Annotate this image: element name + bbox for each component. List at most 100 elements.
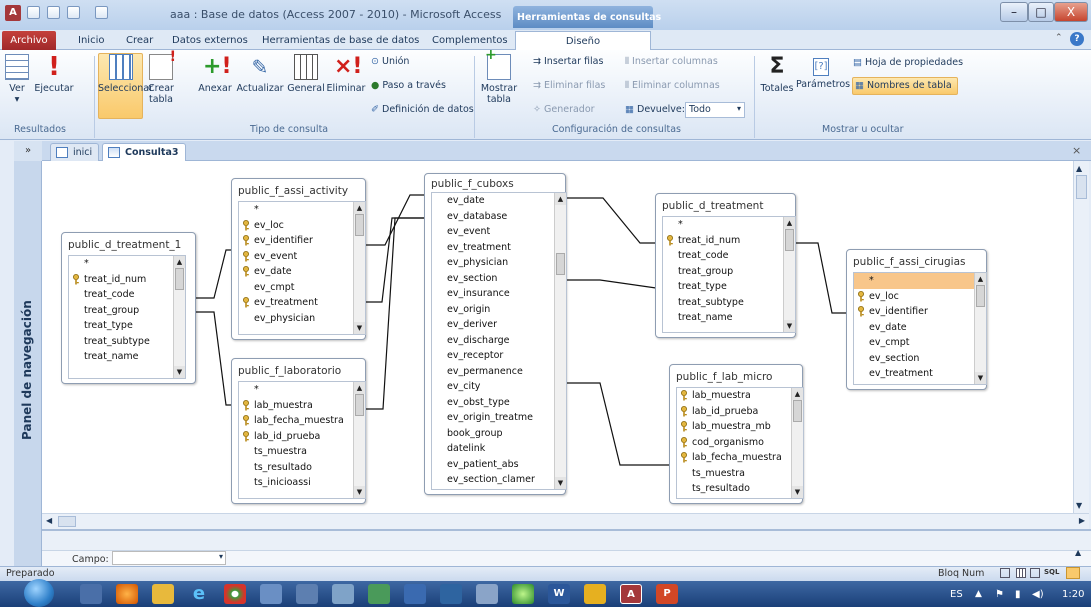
signal-icon[interactable]: ▮ [1015,589,1021,600]
field-item[interactable]: lab_muestra [677,388,803,404]
field-item[interactable]: treat_group [69,303,185,319]
design-view-icon[interactable] [1066,567,1080,579]
field-item[interactable]: ev_deriver [432,317,566,333]
field-list[interactable]: * lab_muestra lab_fecha_muestra lab_id_prue… [238,381,366,499]
pivot-view-icon[interactable] [1016,568,1026,578]
scroll-up-icon[interactable]: ▲ [174,256,185,268]
field-item[interactable]: * [663,217,795,233]
field-item[interactable]: ev_origin [432,302,566,318]
field-item[interactable]: ev_cmpt [854,335,986,351]
field-item[interactable]: * [69,256,185,272]
field-item[interactable]: lab_muestra_mb [677,419,803,435]
tray-arrow-icon[interactable]: ▲ [975,589,982,599]
field-item[interactable]: treat_id_num [69,272,185,288]
chevron-down-icon[interactable]: ▾ [219,552,223,561]
field-item[interactable]: ev_city [432,379,566,395]
scroll-thumb[interactable] [976,285,985,307]
field-item[interactable]: treat_name [69,349,185,365]
field-item[interactable]: ev_permanence [432,364,566,380]
field-list-scrollbar[interactable]: ▲ ▼ [353,382,365,498]
field-item[interactable]: lab_fecha_muestra [677,450,803,466]
field-item[interactable]: ev_identifier [239,233,365,249]
media-icon[interactable] [80,584,102,604]
field-item[interactable]: ev_origin_treatme [432,410,566,426]
field-item[interactable]: ev_loc [239,218,365,234]
field-item[interactable]: treat_type [663,279,795,295]
field-list[interactable]: * treat_id_num treat_code treat_group treat_… [68,255,186,379]
field-item[interactable]: book_group [432,426,566,442]
access-taskbar-icon[interactable]: A [620,584,642,604]
table-title[interactable]: public_f_assi_activity [238,185,348,197]
scroll-down-icon[interactable]: ▼ [1076,501,1082,510]
field-item[interactable]: lab_id_prueba [239,429,365,445]
campo-field-cell[interactable]: ▾ [112,551,226,565]
firefox-icon[interactable] [116,584,138,604]
field-list[interactable]: * ev_loc ev_identifier ev_date ev_cmpt ev_sec… [853,272,987,385]
chrome-icon[interactable] [224,584,246,604]
calculator-icon[interactable] [476,584,498,604]
field-item[interactable]: ev_section [854,351,986,367]
field-item[interactable]: ts_resultado [239,460,365,476]
field-item[interactable]: lab_muestra [239,398,365,414]
table-public-f-assi-activity[interactable]: public_f_assi_activity * ev_loc ev_identifi… [231,178,366,340]
volume-icon[interactable]: ◀) [1032,589,1044,600]
field-list-scrollbar[interactable]: ▲ ▼ [791,388,803,498]
field-item[interactable]: ev_obst_type [432,395,566,411]
table-public-d-treatment-1[interactable]: public_d_treatment_1 * treat_id_num treat_c… [61,232,196,384]
flag-icon[interactable]: ⚑ [995,589,1004,600]
scroll-up-icon[interactable]: ▲ [792,388,803,400]
scroll-down-icon[interactable]: ▼ [174,366,185,378]
table-public-f-cuboxs[interactable]: public_f_cuboxs ev_date ev_database ev_even… [424,173,567,495]
scroll-thumb[interactable] [355,214,364,236]
table-title[interactable]: public_f_cuboxs [431,178,514,190]
scroll-up-icon[interactable]: ▲ [784,217,795,229]
field-list[interactable]: lab_muestra lab_id_prueba lab_muestra_mb co… [676,387,804,499]
sql-view-button[interactable]: SQL [1044,568,1059,576]
field-list-scrollbar[interactable]: ▲ ▼ [783,217,795,332]
field-item[interactable]: treat_subtype [69,334,185,350]
table-public-d-treatment[interactable]: public_d_treatment * treat_id_num treat_cod… [655,193,796,338]
scroll-down-icon[interactable]: ▼ [354,486,365,498]
ie-icon[interactable]: e [188,584,210,604]
powerpoint-icon[interactable]: P [656,584,678,604]
explorer-folder-icon[interactable] [152,584,174,604]
scroll-thumb[interactable] [355,394,364,416]
field-item[interactable]: ev_loc [854,289,986,305]
chart-view-icon[interactable] [1030,568,1040,578]
field-item[interactable]: ev_event [432,224,566,240]
scroll-thumb[interactable] [58,516,76,527]
field-item[interactable]: ev_patient_abs [432,457,566,473]
scroll-thumb[interactable] [175,268,184,290]
app-icon-9[interactable] [368,584,390,604]
scroll-up-icon[interactable]: ▲ [354,202,365,214]
field-item[interactable]: treat_code [69,287,185,303]
scroll-up-icon[interactable]: ▲ [975,273,986,285]
field-item[interactable]: ev_treatment [854,366,986,382]
grid-scroll-up-icon[interactable]: ▲ [1075,548,1081,557]
word-icon[interactable]: W [548,584,570,604]
field-list[interactable]: ev_date ev_database ev_event ev_treatment ev… [431,192,567,490]
scroll-down-icon[interactable]: ▼ [354,322,365,334]
datasheet-view-icon[interactable] [1000,568,1010,578]
field-item[interactable]: treat_group [663,264,795,280]
table-title[interactable]: public_f_assi_cirugias [853,256,965,268]
scroll-down-icon[interactable]: ▼ [555,477,566,489]
field-item[interactable]: ev_section [432,271,566,287]
field-item[interactable]: * [854,273,986,289]
app-icon-13[interactable] [512,584,534,604]
field-item[interactable]: ev_identifier [854,304,986,320]
field-list-scrollbar[interactable]: ▲ ▼ [353,202,365,334]
field-item[interactable]: ev_cmpt [239,280,365,296]
app-icon-6[interactable] [260,584,282,604]
canvas-vertical-scrollbar[interactable]: ▲ ▼ [1073,161,1089,513]
field-item[interactable]: treat_name [663,310,795,326]
table-title[interactable]: public_d_treatment [662,200,763,212]
scroll-up-icon[interactable]: ▲ [1076,164,1082,173]
field-list[interactable]: * treat_id_num treat_code treat_group treat_… [662,216,796,333]
field-item[interactable]: treat_id_num [663,233,795,249]
field-item[interactable]: treat_code [663,248,795,264]
field-item[interactable]: treat_type [69,318,185,334]
scroll-up-icon[interactable]: ▲ [555,193,566,205]
field-item[interactable]: ev_section_clamer [432,472,566,488]
table-title[interactable]: public_f_lab_micro [676,371,772,383]
